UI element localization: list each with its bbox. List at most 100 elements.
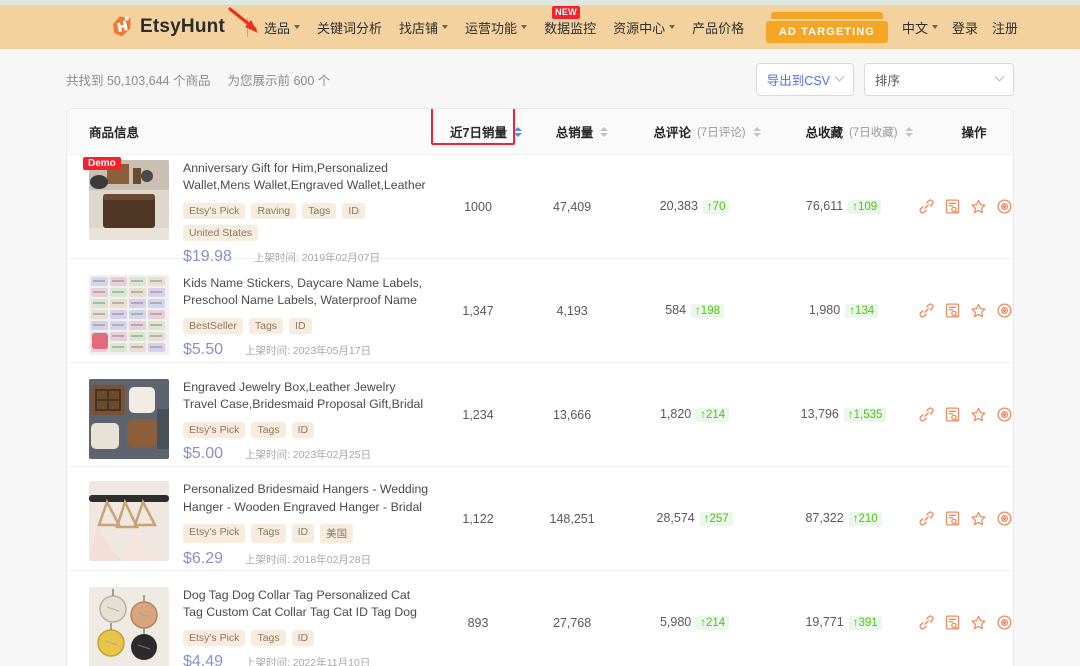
product-thumbnail[interactable] [89, 587, 169, 666]
product-title[interactable]: Engraved Jewelry Box,Leather Jewelry Tra… [183, 379, 432, 415]
report-icon[interactable] [944, 406, 961, 423]
product-tag[interactable]: ID [289, 318, 312, 334]
table-row[interactable]: Engraved Jewelry Box,Leather Jewelry Tra… [67, 363, 1013, 467]
link-icon[interactable] [918, 198, 935, 215]
product-title[interactable]: Anniversary Gift for Him,Personalized Wa… [183, 160, 432, 196]
product-thumbnail[interactable]: Demo [89, 160, 169, 240]
star-icon[interactable] [970, 198, 987, 215]
report-icon[interactable] [944, 198, 961, 215]
report-icon[interactable] [944, 614, 961, 631]
product-listed-date: 上架时间: 2018年02月28日 [245, 552, 371, 567]
nav-item-data-monitor[interactable]: NEW 数据监控 [544, 18, 596, 37]
favorites-delta-badge: ↑134 [845, 304, 878, 318]
nav-item-operations[interactable]: 运营功能 [465, 18, 527, 37]
nav-item-keyword-analysis[interactable]: 关键词分析 [317, 18, 382, 37]
star-icon[interactable] [970, 510, 987, 527]
table-row[interactable]: Personalized Bridesmaid Hangers - Weddin… [67, 467, 1013, 571]
product-price-line: $4.49上架时间: 2022年11月10日 [183, 653, 432, 666]
product-tag[interactable]: Etsy's Pick [183, 630, 245, 646]
product-thumbnail[interactable] [89, 379, 169, 459]
star-icon[interactable] [970, 302, 987, 319]
ad-targeting-button[interactable]: AD TARGETING [766, 21, 888, 43]
product-tag[interactable]: United States [183, 225, 258, 241]
total-sales-value: 148,251 [524, 512, 620, 526]
product-price-line: $5.50上架时间: 2023年05月17日 [183, 341, 432, 359]
report-icon[interactable] [944, 302, 961, 319]
nav-item-xuanpin[interactable]: 选品 [264, 18, 300, 37]
column-header-seven-day-sales[interactable]: 近7日销量 [439, 122, 533, 141]
product-tag[interactable]: BestSeller [183, 318, 243, 334]
product-tag[interactable]: Raving [251, 203, 296, 219]
product-tag[interactable]: Etsy's Pick [183, 422, 245, 438]
total-favorites-value: 1,980↑134 [769, 303, 918, 318]
target-icon[interactable] [996, 510, 1013, 527]
language-switcher[interactable]: 中文 [902, 18, 938, 37]
operations-cell [918, 614, 1013, 631]
chevron-down-icon [521, 25, 527, 29]
product-tag[interactable]: Tags [249, 318, 283, 334]
nav-item-resource-center[interactable]: 资源中心 [613, 18, 675, 37]
product-details: Dog Tag Dog Collar Tag Personalized Cat … [183, 587, 432, 666]
product-image [89, 587, 169, 666]
target-icon[interactable] [996, 198, 1013, 215]
product-tag[interactable]: Etsy's Pick [183, 524, 245, 543]
nav-item-find-shops[interactable]: 找店铺 [399, 18, 448, 37]
total-sales-value: 47,409 [524, 200, 620, 214]
reviews-delta-badge: ↑257 [700, 512, 733, 526]
link-icon[interactable] [918, 510, 935, 527]
product-thumbnail[interactable] [89, 275, 169, 355]
column-header-total-sales[interactable]: 总销量 [533, 122, 631, 141]
link-icon[interactable] [918, 302, 935, 319]
table-row[interactable]: Kids Name Stickers, Daycare Name Labels,… [67, 259, 1013, 363]
table-row[interactable]: Dog Tag Dog Collar Tag Personalized Cat … [67, 571, 1013, 666]
total-sales-value: 13,666 [524, 408, 620, 422]
sort-toggle-icon[interactable] [600, 127, 608, 137]
login-link[interactable]: 登录 [952, 18, 978, 37]
toolbar-actions: 导出到CSV 排序 [756, 63, 1014, 96]
report-icon[interactable] [944, 510, 961, 527]
product-tag[interactable]: 美国 [320, 524, 353, 543]
product-tag[interactable]: Tags [251, 422, 285, 438]
nav-item-product-pricing[interactable]: 产品价格 [692, 18, 744, 37]
target-icon[interactable] [996, 406, 1013, 423]
product-tag[interactable]: ID [342, 203, 365, 219]
logo[interactable]: EtsyHunt [110, 14, 225, 40]
sort-toggle-icon[interactable] [753, 127, 761, 137]
product-tag[interactable]: ID [292, 630, 315, 646]
ad-targeting-promo[interactable]: AD TARGETING [766, 12, 888, 43]
target-icon[interactable] [996, 302, 1013, 319]
product-tag[interactable]: Tags [251, 630, 285, 646]
product-thumbnail[interactable] [89, 481, 169, 561]
product-title[interactable]: Dog Tag Dog Collar Tag Personalized Cat … [183, 587, 432, 623]
logo-text: EtsyHunt [140, 16, 225, 38]
column-header-total-reviews[interactable]: 总评论 (7日评论) [631, 122, 783, 141]
sort-select[interactable]: 排序 [864, 63, 1014, 96]
product-tag[interactable]: Tags [302, 203, 336, 219]
sort-toggle-icon[interactable] [905, 127, 913, 137]
product-title[interactable]: Kids Name Stickers, Daycare Name Labels,… [183, 275, 432, 311]
export-csv-button[interactable]: 导出到CSV [756, 63, 854, 96]
total-reviews-value: 5,980↑214 [620, 615, 769, 630]
product-tag-list: Etsy's Pick Raving Tags ID United States [183, 203, 432, 241]
register-link[interactable]: 注册 [992, 18, 1018, 37]
column-sublabel: (7日评论) [697, 124, 746, 140]
star-icon[interactable] [970, 614, 987, 631]
link-icon[interactable] [918, 614, 935, 631]
product-tag[interactable]: ID [292, 524, 315, 543]
chevron-down-icon [995, 72, 1005, 82]
link-icon[interactable] [918, 406, 935, 423]
product-tag[interactable]: Etsy's Pick [183, 203, 245, 219]
product-image [89, 160, 169, 240]
product-price-line: $5.00上架时间: 2023年02月25日 [183, 445, 432, 463]
product-tag[interactable]: Tags [251, 524, 285, 543]
column-header-total-favorites[interactable]: 总收藏 (7日收藏) [783, 122, 935, 141]
product-tag-list: Etsy's Pick Tags ID 美国 [183, 524, 432, 543]
product-tag[interactable]: ID [292, 422, 315, 438]
target-icon[interactable] [996, 614, 1013, 631]
product-title[interactable]: Personalized Bridesmaid Hangers - Weddin… [183, 481, 432, 517]
table-row[interactable]: Demo Anniversary Gift for Him,Personalize… [67, 155, 1013, 259]
demo-badge: Demo [83, 157, 121, 170]
total-favorites-value: 19,771↑391 [769, 615, 918, 630]
sort-toggle-icon[interactable] [514, 127, 522, 137]
star-icon[interactable] [970, 406, 987, 423]
